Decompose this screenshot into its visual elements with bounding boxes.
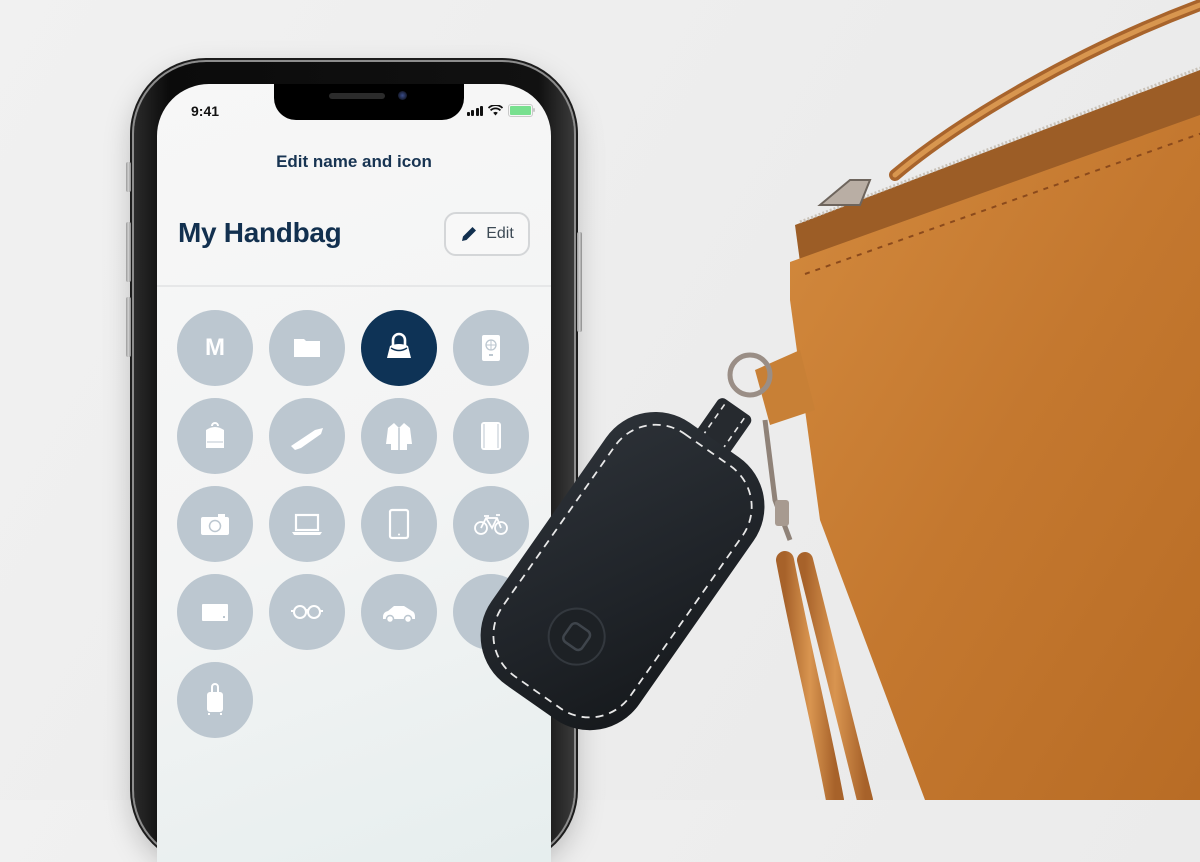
edit-button-label: Edit xyxy=(486,225,514,242)
camera-icon xyxy=(201,514,229,535)
icon-option-laptop[interactable] xyxy=(269,486,345,562)
icon-option-letter-m[interactable]: M xyxy=(177,310,253,386)
volume-down-button xyxy=(126,297,131,357)
tablet-icon xyxy=(388,508,410,540)
icon-option-camera[interactable] xyxy=(177,486,253,562)
car-icon xyxy=(383,606,415,624)
silent-switch xyxy=(126,162,131,192)
edit-button[interactable]: Edit xyxy=(444,212,530,256)
nav-title: Edit name and icon xyxy=(276,152,432,171)
glasses-icon xyxy=(291,605,323,619)
wifi-icon xyxy=(488,105,503,116)
bluetooth-tracker xyxy=(480,398,765,731)
status-icons xyxy=(466,104,535,117)
volume-up-button xyxy=(126,222,131,282)
power-button xyxy=(577,232,582,332)
icon-option-guitar[interactable] xyxy=(269,398,345,474)
handbag-icon xyxy=(387,332,411,358)
status-time: 9:41 xyxy=(191,103,220,119)
icon-option-handbag[interactable] xyxy=(361,310,437,386)
backpack-icon xyxy=(206,422,224,448)
icon-option-jacket[interactable] xyxy=(361,398,437,474)
pencil-icon xyxy=(462,227,477,241)
notch xyxy=(274,84,464,120)
speaker-grille xyxy=(329,93,385,99)
wallet-icon xyxy=(294,339,320,357)
icon-option-luggage[interactable] xyxy=(177,662,253,738)
guitar-icon xyxy=(291,428,323,450)
icon-option-wallet[interactable] xyxy=(269,310,345,386)
item-name: My Handbag xyxy=(178,217,342,248)
icon-option-backpack[interactable] xyxy=(177,398,253,474)
luggage-icon xyxy=(207,683,223,715)
battery-icon xyxy=(508,104,535,117)
icon-option-card-wallet[interactable] xyxy=(177,574,253,650)
divider xyxy=(157,285,551,287)
icon-option-tablet[interactable] xyxy=(361,486,437,562)
icon-option-car[interactable] xyxy=(361,574,437,650)
front-camera xyxy=(398,91,407,100)
cellular-signal-icon xyxy=(466,105,483,116)
jacket-icon xyxy=(386,423,412,450)
icon-option-passport[interactable] xyxy=(453,310,529,386)
card-wallet-icon xyxy=(202,604,228,621)
icon-option-glasses[interactable] xyxy=(269,574,345,650)
passport-icon xyxy=(482,335,500,361)
letter-m-icon: M xyxy=(205,334,225,361)
laptop-icon xyxy=(292,513,322,535)
